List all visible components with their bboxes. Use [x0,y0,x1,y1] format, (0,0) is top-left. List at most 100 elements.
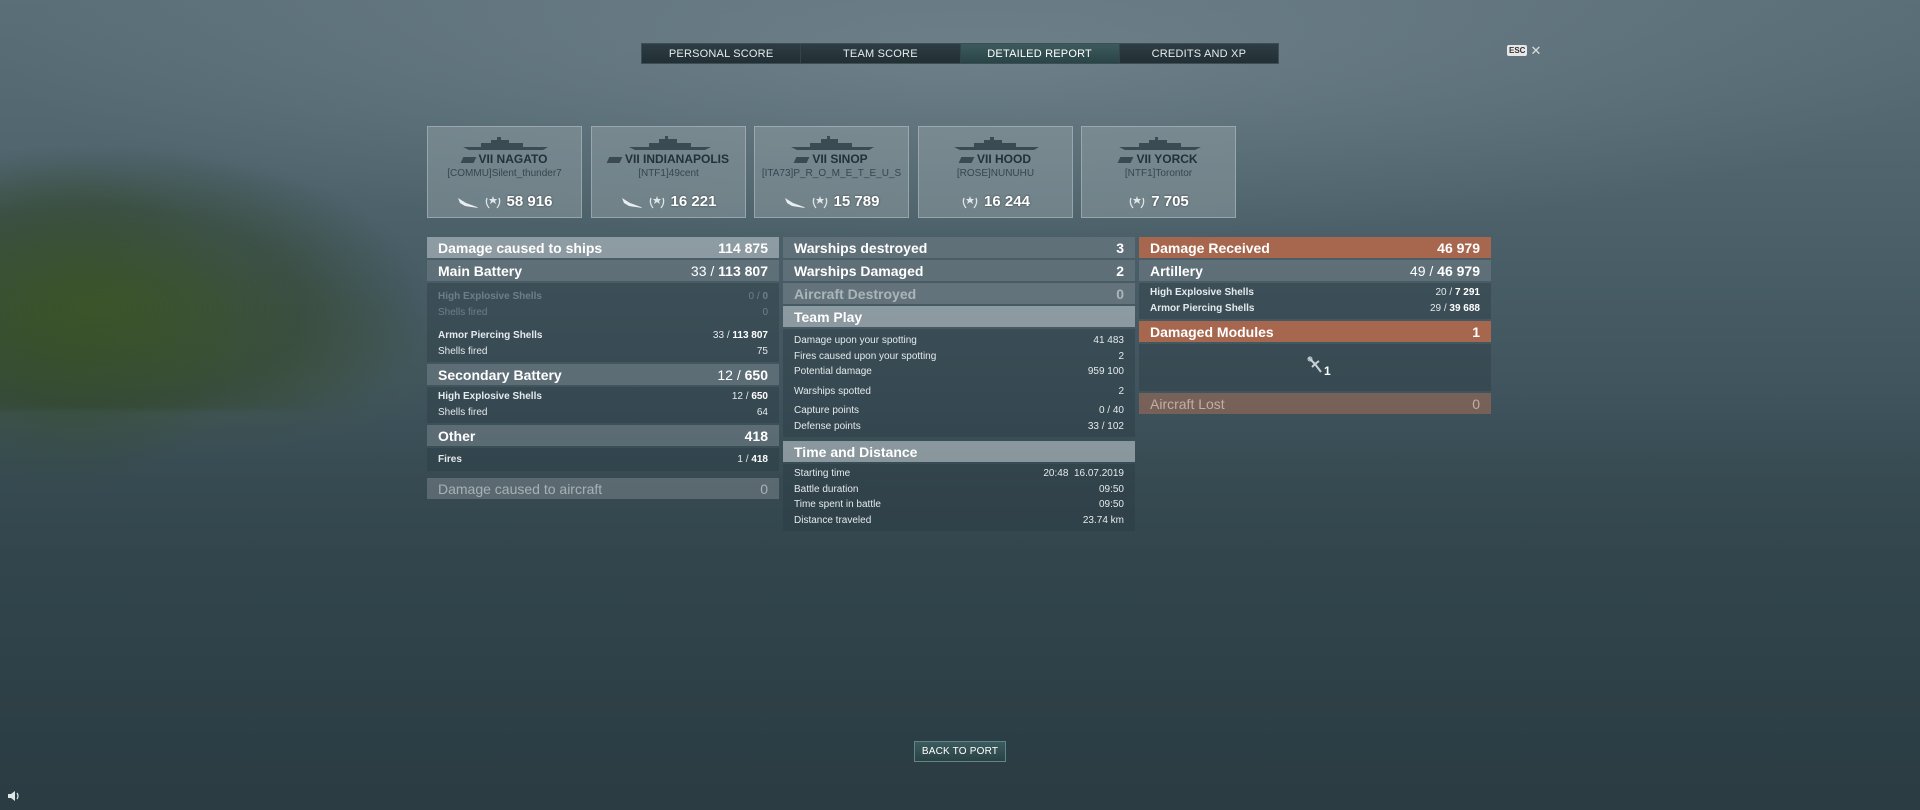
starting-time-row: Starting time 20:48 16.07.2019 [794,468,1124,480]
score-value: 7 705 [1151,193,1189,210]
spotting-fires-row: Fires caused upon your spotting 2 [794,350,1124,362]
ship-score: 16 221 [592,193,745,210]
ship-class-icon [460,156,476,163]
report-tabs: PERSONAL SCORE TEAM SCORE DETAILED REPOR… [641,43,1279,64]
other-details: Fires 1 / 418 [427,448,779,471]
secondary-details: High Explosive Shells 12 / 650 Shells fir… [427,387,779,423]
damaged-modules-label: Damaged Modules [1150,323,1274,340]
ship-card[interactable]: VII NAGATO [COMMU]Silent_thunder7 58 916 [427,126,582,218]
mb-he-fired-row: Shells fired 0 [438,306,768,318]
laurel-icon [962,195,978,208]
tab-personal-score[interactable]: PERSONAL SCORE [642,44,802,63]
ship-silhouette-icon [1119,137,1201,150]
ship-card[interactable]: VII SINOP [ITA73]P_R_O_M_E_T_E_U_S 15 78… [754,126,909,218]
secondary-battery-label: Secondary Battery [438,366,562,383]
ship-card[interactable]: VII HOOD [ROSE]NUNUHU 16 244 [918,126,1073,218]
laurel-icon [812,195,827,208]
ship-class-icon [958,156,975,163]
damage-received-total: 46 979 [1437,239,1480,256]
ship-name-text: VII INDIANAPOLIS [624,152,729,166]
team-play-details: Damage upon your spotting 41 483 Fires ca… [783,329,1135,437]
broken-module-icon[interactable] [1306,355,1324,375]
damaged-modules-header: Damaged Modules 1 [1139,321,1491,342]
esc-key-icon: ESC [1507,45,1528,56]
time-spent-row: Time spent in battle 09:50 [794,499,1124,511]
warships-destroyed-row: Warships destroyed 3 [783,237,1135,258]
ship-silhouette-icon [463,137,548,150]
warships-destroyed-value: 3 [1116,239,1124,256]
damage-received-panel: Damage Received 46 979 Artillery 49 / 46… [1139,237,1491,416]
score-value: 16 221 [670,193,717,210]
mb-he-row: High Explosive Shells 0 / 0 [438,291,768,303]
player-name: [ITA73]P_R_O_M_E_T_E_U_S [761,168,902,179]
ship-name-text: VII HOOD [976,152,1031,166]
battle-duration-row: Battle duration 09:50 [794,483,1124,495]
ship-name: VII YORCK [1082,152,1235,166]
player-name: [NTF1]Torontor [1124,168,1193,179]
ship-name: VII INDIANAPOLIS [592,152,745,166]
capture-points-row: Capture points 0 / 40 [794,405,1124,417]
speaker-icon[interactable] [7,790,21,802]
score-value: 16 244 [984,193,1030,210]
ship-name-text: VII SINOP [812,152,868,166]
artillery-details: High Explosive Shells 20 / 7 291 Armor Pi… [1139,283,1491,319]
close-button[interactable]: ESC ✕ [1507,42,1542,58]
score-value: 15 789 [833,193,880,210]
ship-silhouette-icon [629,136,711,150]
aircraft-destroyed-label: Aircraft Destroyed [794,285,917,302]
secondary-battery-value: 12 / 650 [717,366,768,383]
warships-damaged-row: Warships Damaged 2 [783,260,1135,281]
ship-card[interactable]: VII INDIANAPOLIS [NTF1]49cent 16 221 [591,126,746,218]
ship-class-icon [606,156,623,163]
ship-silhouette-icon [791,136,874,150]
main-battery-details: High Explosive Shells 0 / 0 Shells fired 0… [427,283,779,362]
aircraft-destroyed-row: Aircraft Destroyed 0 [783,283,1135,304]
time-distance-header: Time and Distance [783,441,1135,462]
ship-card[interactable]: VII YORCK [NTF1]Torontor 7 705 [1081,126,1236,218]
tab-team-score[interactable]: TEAM SCORE [801,44,961,63]
plane-icon [457,197,478,208]
player-name: [NTF1]49cent [638,168,699,179]
damage-aircraft-header: Damage caused to aircraft 0 [427,478,779,499]
received-ap-row: Armor Piercing Shells 29 / 39 688 [1150,302,1480,314]
damage-caused-total: 114 875 [718,239,768,256]
tab-credits-and-xp[interactable]: CREDITS AND XP [1119,44,1278,63]
ship-class-icon [793,156,810,163]
ship-score: 7 705 [1082,193,1235,210]
damage-aircraft-label: Damage caused to aircraft [438,480,603,497]
laurel-icon [485,195,500,208]
combat-panel: Warships destroyed 3 Warships Damaged 2 … [783,237,1135,533]
aircraft-destroyed-value: 0 [1116,285,1124,302]
back-to-port-button[interactable]: BACK TO PORT [914,741,1006,762]
defense-points-row: Defense points 33 / 102 [794,420,1124,432]
score-value: 58 916 [506,193,553,210]
main-battery-value: 33 / 113 807 [690,262,768,279]
ship-class-icon [1118,156,1134,163]
warships-damaged-value: 2 [1116,262,1124,279]
close-icon: ✕ [1530,42,1542,58]
ship-name: VII NAGATO [428,152,581,166]
tab-detailed-report[interactable]: DETAILED REPORT [960,44,1120,63]
main-battery-header: Main Battery 33 / 113 807 [427,260,779,281]
aircraft-lost-label: Aircraft Lost [1150,395,1225,412]
main-battery-label: Main Battery [438,262,523,279]
other-label: Other [438,427,476,444]
damage-received-header: Damage Received 46 979 [1139,237,1491,258]
background-island [0,150,420,410]
distance-row: Distance traveled 23.74 km [794,514,1124,526]
time-distance-details: Starting time 20:48 16.07.2019 Battle dur… [783,464,1135,531]
ship-score: 15 789 [755,193,908,210]
warships-damaged-label: Warships Damaged [794,262,924,279]
mb-ap-fired-row: Shells fired 75 [438,345,768,357]
plane-icon [621,197,642,208]
laurel-icon [1129,195,1145,208]
player-name: [COMMU]Silent_thunder7 [447,168,562,179]
other-value: 418 [744,427,768,444]
warships-destroyed-label: Warships destroyed [794,239,928,256]
secondary-battery-header: Secondary Battery 12 / 650 [427,364,779,385]
aircraft-lost-header: Aircraft Lost 0 [1139,393,1491,414]
damaged-modules-box: 1 [1139,344,1491,391]
warships-spotted-row: Warships spotted 2 [794,385,1124,397]
ship-name-text: VII NAGATO [478,152,548,166]
time-distance-label: Time and Distance [794,443,918,460]
